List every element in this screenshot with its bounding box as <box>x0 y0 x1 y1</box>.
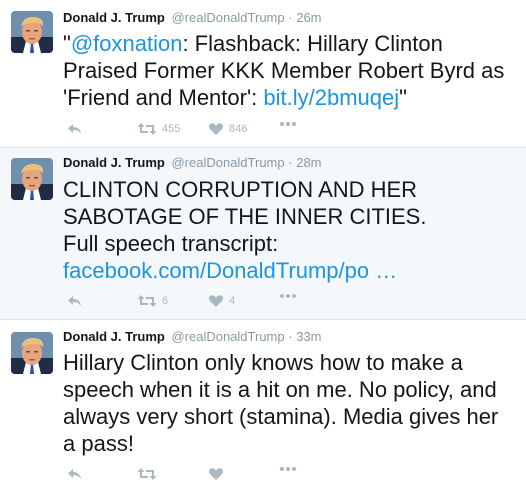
retweet-count: 455 <box>162 123 181 135</box>
like-button[interactable] <box>208 466 229 482</box>
tweet[interactable]: Donald J. Trump @realDonaldTrump · 26m "… <box>0 0 526 148</box>
more-icon <box>279 293 297 299</box>
reply-button[interactable] <box>67 293 83 309</box>
author-name[interactable]: Donald J. Trump <box>63 10 165 25</box>
avatar[interactable] <box>11 332 53 374</box>
heart-icon <box>208 466 224 482</box>
like-button[interactable]: 4 <box>208 293 235 309</box>
like-count: 846 <box>229 123 248 135</box>
timestamp[interactable]: 33m <box>296 329 321 344</box>
retweet-button[interactable] <box>137 466 162 482</box>
text-segment: Full speech transcript: <box>63 231 279 256</box>
retweet-icon <box>137 293 157 309</box>
reply-button[interactable] <box>67 121 83 137</box>
author-name[interactable]: Donald J. Trump <box>63 155 165 170</box>
timestamp[interactable]: 26m <box>296 10 321 25</box>
heart-icon <box>208 293 224 309</box>
author-handle[interactable]: @realDonaldTrump <box>171 329 284 344</box>
tweet-text: Hillary Clinton only knows how to make a… <box>63 349 516 457</box>
retweet-icon <box>137 121 157 137</box>
separator: · <box>288 155 293 170</box>
more-icon <box>279 466 297 472</box>
retweet-count: 6 <box>162 295 169 307</box>
url-link[interactable]: facebook.com/DonaldTrump/po … <box>63 257 516 284</box>
text-segment: Hillary Clinton only knows how to make a… <box>63 350 499 456</box>
url-link[interactable]: bit.ly/2bmuqej <box>263 85 399 110</box>
reply-icon <box>67 466 83 482</box>
tweet-text: CLINTON CORRUPTION AND HER SABOTAGE OF T… <box>63 176 516 284</box>
text-segment: " <box>399 85 407 110</box>
tweet-header: Donald J. Trump @realDonaldTrump · 33m <box>63 329 322 345</box>
tweet-header: Donald J. Trump @realDonaldTrump · 28m <box>63 155 322 171</box>
separator: · <box>288 10 293 25</box>
text-segment: CLINTON CORRUPTION AND HER SABOTAGE OF T… <box>63 177 427 229</box>
reply-icon <box>67 121 83 137</box>
heart-icon <box>208 121 224 137</box>
like-count: 4 <box>229 295 236 307</box>
separator: · <box>288 329 293 344</box>
like-button[interactable]: 846 <box>208 121 247 137</box>
tweet[interactable]: Donald J. Trump @realDonaldTrump · 33m H… <box>0 320 526 476</box>
author-handle[interactable]: @realDonaldTrump <box>171 155 284 170</box>
timestamp[interactable]: 28m <box>296 155 321 170</box>
retweet-button[interactable]: 455 <box>137 121 180 137</box>
avatar[interactable] <box>11 158 53 200</box>
more-button[interactable] <box>279 293 297 299</box>
retweet-button[interactable]: 6 <box>137 293 168 309</box>
reply-button[interactable] <box>67 466 83 482</box>
avatar[interactable] <box>11 11 53 53</box>
mention-link[interactable]: @foxnation <box>71 31 183 56</box>
author-name[interactable]: Donald J. Trump <box>63 329 165 344</box>
more-button[interactable] <box>279 466 297 472</box>
more-button[interactable] <box>279 121 297 127</box>
text-segment: " <box>63 31 71 56</box>
more-icon <box>279 121 297 127</box>
retweet-icon <box>137 466 157 482</box>
tweet-header: Donald J. Trump @realDonaldTrump · 26m <box>63 10 322 26</box>
author-handle[interactable]: @realDonaldTrump <box>171 10 284 25</box>
reply-icon <box>67 293 83 309</box>
tweet[interactable]: Donald J. Trump @realDonaldTrump · 28m C… <box>0 148 526 320</box>
tweet-text: "@foxnation: Flashback: Hillary Clinton … <box>63 30 516 111</box>
